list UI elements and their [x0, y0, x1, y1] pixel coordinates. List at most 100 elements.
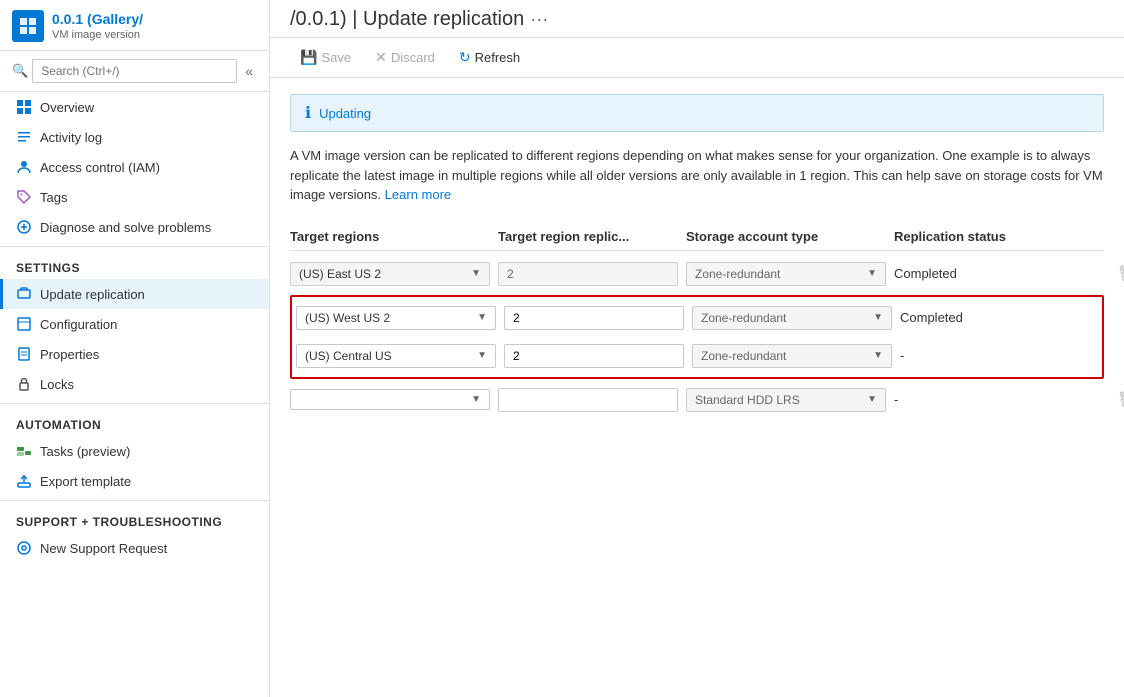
table-row: (US) West US 2 ▼ Zone-redundant ▼ Comple…	[292, 299, 1102, 337]
status-text-3: -	[894, 392, 1094, 407]
sidebar-header: 0.0.1 (Gallery/ VM image version	[0, 0, 269, 51]
export-icon	[16, 473, 32, 489]
sidebar-nav: Overview Activity log Access control (IA…	[0, 92, 269, 563]
resource-icon	[12, 10, 44, 42]
sidebar-item-tasks-label: Tasks (preview)	[40, 444, 130, 459]
sidebar-item-export-label: Export template	[40, 474, 131, 489]
chevron-down-icon: ▼	[477, 312, 487, 323]
table-row: ▼ Standard HDD LRS ▼ - 🗑	[290, 381, 1104, 419]
status-text-0: Completed	[894, 266, 1094, 281]
table-row: (US) Central US ▼ Zone-redundant ▼ - 🗑	[292, 337, 1102, 375]
sidebar-item-tasks[interactable]: Tasks (preview)	[0, 436, 269, 466]
sidebar-item-activity-label: Activity log	[40, 130, 102, 145]
storage-select-3[interactable]: Standard HDD LRS ▼	[686, 388, 886, 412]
delete-button-0: 🗑	[1102, 260, 1124, 288]
chevron-down-icon: ▼	[477, 350, 487, 361]
discard-icon: ✕	[375, 49, 387, 66]
sidebar-item-update-label: Update replication	[40, 287, 145, 302]
table-row: (US) East US 2 ▼ Zone-redundant ▼ Comple…	[290, 255, 1104, 293]
access-icon	[16, 159, 32, 175]
region-select-1[interactable]: (US) West US 2 ▼	[296, 306, 496, 330]
sidebar-item-access-label: Access control (IAM)	[40, 160, 160, 175]
sidebar-item-support-label: New Support Request	[40, 541, 167, 556]
activity-icon	[16, 129, 32, 145]
region-select-2[interactable]: (US) Central US ▼	[296, 344, 496, 368]
replicas-input-0[interactable]	[498, 262, 678, 286]
save-button[interactable]: 💾 Save	[290, 44, 361, 71]
storage-select-0[interactable]: Zone-redundant ▼	[686, 262, 886, 286]
sidebar-item-new-support[interactable]: New Support Request	[0, 533, 269, 563]
status-text-1: Completed	[900, 310, 1100, 325]
sidebar-item-config-label: Configuration	[40, 317, 117, 332]
sidebar-item-overview[interactable]: Overview	[0, 92, 269, 122]
region-select-3[interactable]: ▼	[290, 389, 490, 410]
region-select-0[interactable]: (US) East US 2 ▼	[290, 262, 490, 286]
search-row: 🔍 «	[0, 51, 269, 92]
updating-text: Updating	[319, 106, 371, 121]
main-content: /0.0.1) | Update replication ··· 💾 Save …	[270, 0, 1124, 697]
refresh-icon: ↻	[459, 49, 471, 66]
automation-section-label: Automation	[0, 408, 269, 436]
col-replication-status: Replication status	[894, 229, 1094, 244]
description-text: A VM image version can be replicated to …	[290, 146, 1104, 205]
sidebar-item-diagnose[interactable]: Diagnose and solve problems	[0, 212, 269, 242]
sidebar-item-export[interactable]: Export template	[0, 466, 269, 496]
col-target-replicas: Target region replic...	[498, 229, 678, 244]
save-icon: 💾	[300, 49, 317, 66]
properties-icon	[16, 346, 32, 362]
config-icon	[16, 316, 32, 332]
highlighted-rows-group: (US) West US 2 ▼ Zone-redundant ▼ Comple…	[290, 295, 1104, 379]
main-header: /0.0.1) | Update replication ···	[270, 0, 1124, 38]
search-input[interactable]	[32, 59, 237, 83]
settings-section-label: Settings	[0, 251, 269, 279]
locks-icon	[16, 376, 32, 392]
sidebar: 0.0.1 (Gallery/ VM image version 🔍 « Ove…	[0, 0, 270, 697]
col-storage-type: Storage account type	[686, 229, 886, 244]
diagnose-icon	[16, 219, 32, 235]
discard-button[interactable]: ✕ Discard	[365, 44, 445, 71]
chevron-down-icon: ▼	[873, 350, 883, 361]
sidebar-item-access-control[interactable]: Access control (IAM)	[0, 152, 269, 182]
refresh-button[interactable]: ↻ Refresh	[449, 44, 530, 71]
toolbar: 💾 Save ✕ Discard ↻ Refresh	[270, 38, 1124, 78]
sidebar-item-properties-label: Properties	[40, 347, 99, 362]
sidebar-item-configuration[interactable]: Configuration	[0, 309, 269, 339]
col-actions	[1102, 229, 1124, 244]
status-text-2: -	[900, 348, 1100, 363]
delete-button-3: 🗑	[1102, 386, 1124, 414]
sidebar-item-locks[interactable]: Locks	[0, 369, 269, 399]
chevron-down-icon: ▼	[867, 394, 877, 405]
chevron-down-icon: ▼	[873, 312, 883, 323]
support-section-label: Support + troubleshooting	[0, 505, 269, 533]
col-target-regions: Target regions	[290, 229, 490, 244]
delete-button-2[interactable]: 🗑	[1108, 342, 1124, 370]
chevron-down-icon: ▼	[471, 394, 481, 405]
table-header: Target regions Target region replic... S…	[290, 223, 1104, 251]
delete-button-1[interactable]: 🗑	[1108, 304, 1124, 332]
chevron-down-icon: ▼	[867, 268, 877, 279]
tags-icon	[16, 189, 32, 205]
updating-banner: ℹ Updating	[290, 94, 1104, 132]
sidebar-item-activity-log[interactable]: Activity log	[0, 122, 269, 152]
collapse-button[interactable]: «	[241, 61, 257, 81]
sidebar-item-tags[interactable]: Tags	[0, 182, 269, 212]
page-title-dots: ···	[530, 9, 548, 30]
chevron-down-icon: ▼	[471, 268, 481, 279]
sidebar-item-diagnose-label: Diagnose and solve problems	[40, 220, 211, 235]
storage-select-2[interactable]: Zone-redundant ▼	[692, 344, 892, 368]
main-body: ℹ Updating A VM image version can be rep…	[270, 78, 1124, 697]
learn-more-link[interactable]: Learn more	[385, 187, 451, 202]
replicas-input-2[interactable]	[504, 344, 684, 368]
replicas-input-1[interactable]	[504, 306, 684, 330]
page-title: /0.0.1) | Update replication	[290, 8, 524, 31]
sidebar-item-update-replication[interactable]: Update replication	[0, 279, 269, 309]
support-icon	[16, 540, 32, 556]
update-icon	[16, 286, 32, 302]
overview-icon	[16, 99, 32, 115]
sidebar-item-properties[interactable]: Properties	[0, 339, 269, 369]
sidebar-item-tags-label: Tags	[40, 190, 67, 205]
replicas-input-3[interactable]	[498, 388, 678, 412]
search-icon: 🔍	[12, 63, 28, 79]
storage-select-1[interactable]: Zone-redundant ▼	[692, 306, 892, 330]
sidebar-item-locks-label: Locks	[40, 377, 74, 392]
